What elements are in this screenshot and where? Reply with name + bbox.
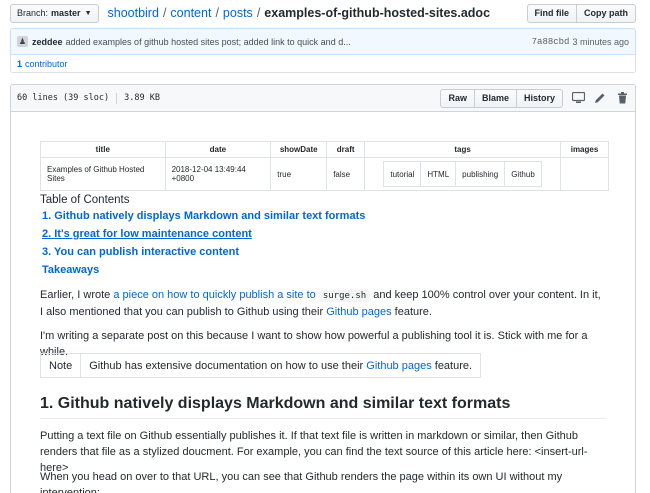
find-file-button[interactable]: Find file	[526, 3, 577, 23]
toc-item[interactable]: 3. You can publish interactive content	[42, 245, 365, 263]
file-header: 60 lines (39 sloc) 3.89 KB Raw Blame His…	[10, 84, 636, 112]
section-heading: 1. Github natively displays Markdown and…	[40, 395, 606, 419]
cell-images	[560, 157, 609, 191]
github-pages-link[interactable]: Github pages	[326, 306, 391, 318]
table-header: images	[560, 141, 609, 158]
contributors-link[interactable]: 1 contributor	[17, 59, 68, 69]
raw-button[interactable]: Raw	[440, 88, 475, 108]
breadcrumb: shootbird / content / posts / examples-o…	[108, 6, 491, 20]
toc-title: Table of Contents	[40, 194, 130, 206]
note-label: Note	[39, 353, 82, 378]
toc-link[interactable]: Takeaways	[42, 264, 99, 276]
history-button[interactable]: History	[516, 88, 563, 108]
cell-draft: false	[326, 157, 366, 191]
toc-item[interactable]: Takeaways	[42, 263, 365, 281]
table-header: draft	[326, 141, 366, 158]
cell-date: 2018-12-04 13:49:44 +0800	[164, 157, 272, 191]
breadcrumb-separator: /	[162, 6, 167, 20]
toc-link[interactable]: 2. It's great for low maintenance conten…	[42, 228, 252, 240]
text: feature.	[391, 306, 432, 318]
breadcrumb-repo[interactable]: shootbird	[108, 6, 159, 20]
divider	[116, 92, 118, 104]
commit-time: 3 minutes ago	[572, 36, 629, 47]
front-matter-table: title date showDate draft tags images Ex…	[40, 141, 609, 191]
table-header: showDate	[270, 141, 328, 158]
tag-item: tutorial	[383, 161, 422, 187]
breadcrumb-posts[interactable]: posts	[223, 6, 253, 20]
tags-list: tutorial HTML publishing Github	[383, 161, 542, 187]
inline-link[interactable]: a piece on how to quickly publish a site…	[113, 289, 315, 301]
toc-link[interactable]: 1. Github natively displays Markdown and…	[42, 210, 365, 222]
commit-sha[interactable]: 7a88cbd	[532, 37, 570, 47]
file-lines: 60 lines (39 sloc)	[17, 93, 110, 103]
table-of-contents: 1. Github natively displays Markdown and…	[42, 209, 365, 281]
breadcrumb-filename: examples-of-github-hosted-sites.adoc	[264, 6, 491, 20]
file-info: 60 lines (39 sloc) 3.89 KB	[17, 92, 160, 104]
commit-message[interactable]: added examples of github hosted sites po…	[66, 37, 351, 47]
paragraph-4: When you head on over to that URL, you c…	[40, 471, 563, 493]
file-actions: Raw Blame History	[440, 88, 629, 108]
table-header: tags	[364, 141, 562, 158]
note-content: Github has extensive documentation on ho…	[80, 353, 482, 378]
text: Github has extensive documentation on ho…	[89, 359, 367, 372]
toc-item[interactable]: 2. It's great for low maintenance conten…	[42, 227, 365, 245]
file-navigation: Branch: master ▼ shootbird / content / p…	[10, 3, 636, 23]
commit-meta: 7a88cbd 3 minutes ago	[532, 37, 629, 47]
admonition-note: Note Github has extensive documentation …	[39, 353, 482, 378]
text: feature.	[431, 359, 473, 372]
surge-link[interactable]: surge.sh	[318, 289, 371, 302]
branch-name: master	[51, 8, 81, 18]
inline-code: surge.sh	[318, 290, 371, 302]
contributors-bar: 1 contributor	[10, 55, 636, 73]
contributors-count: 1	[17, 58, 23, 69]
caret-down-icon: ▼	[84, 9, 92, 17]
tag-item: HTML	[420, 161, 457, 187]
paragraph-intro: Earlier, I wrote a piece on how to quick…	[40, 287, 606, 320]
table-header: title	[40, 141, 166, 158]
github-pages-link[interactable]: Github pages	[366, 360, 431, 372]
header-button-group: Find file Copy path	[526, 3, 636, 23]
branch-select-button[interactable]: Branch: master ▼	[10, 3, 99, 23]
cell-showdate: true	[270, 157, 328, 191]
avatar[interactable]: ♟	[17, 36, 28, 47]
toc-link[interactable]: 3. You can publish interactive content	[42, 246, 239, 258]
cell-title: Examples of Github Hosted Sites	[40, 157, 166, 191]
file-body: title date showDate draft tags images Ex…	[10, 112, 636, 493]
toc-item[interactable]: 1. Github natively displays Markdown and…	[42, 209, 365, 227]
branch-label: Branch:	[17, 8, 49, 18]
blame-button[interactable]: Blame	[474, 88, 517, 108]
tag-item: publishing	[455, 161, 506, 187]
file-size: 3.89 KB	[124, 93, 160, 103]
text: Earlier, I wrote	[40, 289, 114, 301]
table-header: date	[164, 141, 272, 158]
breadcrumb-content[interactable]: content	[170, 6, 211, 20]
desktop-icon[interactable]	[571, 91, 585, 105]
pencil-icon[interactable]	[593, 91, 607, 105]
tag-item: Github	[504, 161, 542, 187]
breadcrumb-separator: /	[215, 6, 219, 20]
copy-path-button[interactable]: Copy path	[577, 3, 636, 23]
latest-commit: ♟ zeddee added examples of github hosted…	[10, 28, 636, 55]
cell-tags: tutorial HTML publishing Github	[364, 157, 562, 191]
breadcrumb-separator: /	[256, 6, 261, 20]
contributors-label: contributor	[25, 58, 68, 69]
trash-icon[interactable]	[615, 91, 629, 105]
commit-author[interactable]: zeddee	[32, 37, 63, 47]
